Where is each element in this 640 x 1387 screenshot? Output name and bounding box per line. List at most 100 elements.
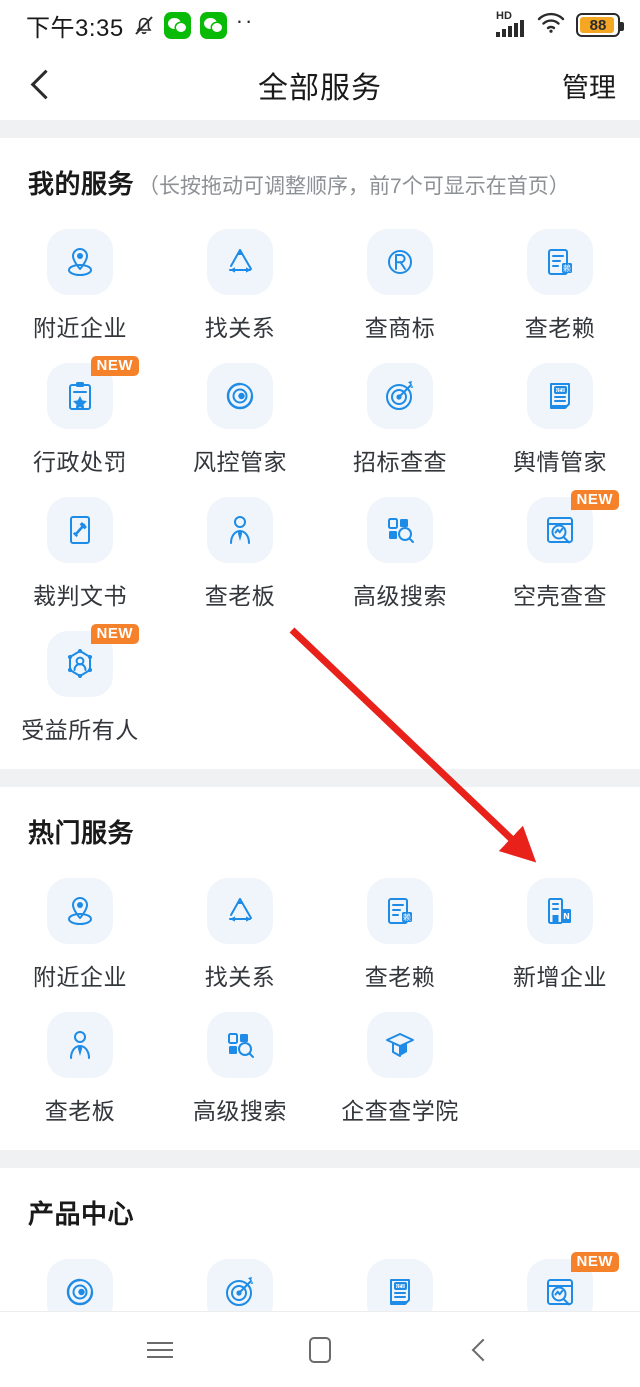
wechat-icon: [163, 11, 191, 39]
menu-recents-icon[interactable]: [140, 1330, 180, 1370]
bell-muted-icon: [133, 13, 155, 37]
graduation-cap-icon[interactable]: [367, 1012, 433, 1078]
news-page-new-icon[interactable]: NEW: [527, 363, 593, 429]
service-item[interactable]: NEW 空壳查查: [480, 483, 640, 617]
service-item[interactable]: 高级搜索: [320, 483, 480, 617]
service-item-label: 查商标: [364, 315, 436, 341]
document-lai-icon[interactable]: 赖: [367, 878, 433, 944]
service-item[interactable]: N 新增企业: [480, 864, 640, 998]
page-title: 全部服务: [258, 72, 382, 105]
service-item-label: 舆情管家: [513, 449, 607, 475]
network-type-label: HD: [496, 10, 512, 22]
status-bar: 下午3:35 ·· HD 88: [0, 0, 640, 50]
service-item-label: 高级搜索: [193, 1098, 287, 1124]
clipboard-star-icon[interactable]: NEW: [47, 356, 139, 429]
service-item[interactable]: 附近企业: [0, 215, 160, 349]
service-item[interactable]: 裁判文书: [0, 483, 160, 617]
svg-text:赖: 赖: [563, 263, 571, 273]
svg-text:NEW: NEW: [395, 1284, 407, 1290]
location-pin-icon[interactable]: [47, 878, 113, 944]
document-lai-icon[interactable]: 赖: [527, 229, 593, 295]
service-item[interactable]: 找关系: [160, 864, 320, 998]
home-square-icon[interactable]: [300, 1330, 340, 1370]
svg-text:NEW: NEW: [555, 388, 567, 394]
section-title: 我的服务: [28, 169, 135, 199]
section-divider: [0, 120, 640, 138]
service-item-label: 高级搜索: [353, 583, 447, 609]
service-item-label: 企查查学院: [341, 1098, 459, 1124]
service-item[interactable]: 赖查老赖: [480, 215, 640, 349]
service-item[interactable]: NEW 行政处罚: [0, 349, 160, 483]
service-item-label: 找关系: [204, 315, 276, 341]
person-tie-icon[interactable]: [207, 497, 273, 563]
service-item-label: 招标查查: [353, 449, 447, 475]
trademark-r-icon[interactable]: [367, 229, 433, 295]
service-item[interactable]: 找关系: [160, 215, 320, 349]
section-title-row: 我的服务 （长按拖动可调整顺序，前7个可显示在首页）: [0, 138, 640, 205]
svg-text:N: N: [563, 912, 570, 921]
service-item-label: 附近企业: [33, 964, 127, 990]
radar-gauge-icon[interactable]: [207, 363, 273, 429]
location-pin-icon[interactable]: [47, 229, 113, 295]
service-item-label: 找关系: [204, 964, 276, 990]
blocks-search-icon[interactable]: [207, 1012, 273, 1078]
service-item[interactable]: 招标查查: [320, 349, 480, 483]
android-nav-bar: [0, 1311, 640, 1387]
person-tie-icon[interactable]: [47, 1012, 113, 1078]
app-root: 下午3:35 ·· HD 88 全部服务 管理 我的服务 （长按拖动可调整顺序，…: [0, 0, 640, 1387]
status-time: 下午3:35: [26, 14, 124, 42]
building-n-icon[interactable]: N: [527, 878, 593, 944]
section-subtitle: （长按拖动可调整顺序，前7个可显示在首页）: [138, 175, 570, 198]
service-item-label: 查老板: [204, 583, 276, 609]
service-item[interactable]: 赖查老赖: [320, 864, 480, 998]
manage-button[interactable]: 管理: [562, 66, 616, 105]
blocks-search-icon[interactable]: [367, 497, 433, 563]
status-bar-right: HD 88: [496, 10, 624, 39]
gavel-document-icon[interactable]: [47, 497, 113, 563]
service-item[interactable]: 企查查学院: [320, 998, 480, 1132]
section-divider: [0, 1150, 640, 1168]
relation-triangle-icon[interactable]: [207, 229, 273, 295]
service-item-label: 新增企业: [513, 964, 607, 990]
section-title-row: 产品中心: [0, 1168, 640, 1235]
service-item[interactable]: 高级搜索: [160, 998, 320, 1132]
window-wave-search-icon[interactable]: NEW: [527, 490, 619, 563]
service-item[interactable]: 查商标: [320, 215, 480, 349]
service-item-label: 空壳查查: [513, 583, 607, 609]
service-item[interactable]: 风控管家: [160, 349, 320, 483]
new-badge: NEW: [570, 490, 619, 510]
service-item-label: 行政处罚: [33, 449, 127, 475]
section-title: 热门服务: [28, 818, 135, 848]
status-overflow-dots: ··: [235, 8, 255, 33]
service-item[interactable]: 查老板: [160, 483, 320, 617]
new-badge: NEW: [90, 624, 139, 644]
service-item[interactable]: 附近企业: [0, 864, 160, 998]
new-badge: NEW: [570, 1252, 619, 1272]
battery-icon: 88: [576, 13, 624, 37]
target-arrow-icon[interactable]: [367, 363, 433, 429]
section-title-row: 热门服务: [0, 787, 640, 854]
relation-triangle-icon[interactable]: [207, 878, 273, 944]
section-my-services: 我的服务 （长按拖动可调整顺序，前7个可显示在首页） 附近企业 找关系 查商标赖查老赖 N…: [0, 138, 640, 769]
service-item-label: 裁判文书: [33, 583, 127, 609]
service-item[interactable]: NEW 舆情管家: [480, 349, 640, 483]
svg-text:赖: 赖: [403, 912, 411, 922]
section-divider: [0, 769, 640, 787]
page-header: 全部服务 管理: [0, 50, 640, 120]
network-person-icon[interactable]: NEW: [47, 624, 139, 697]
service-grid: 附近企业 找关系 赖查老赖 N 新增企业查老板 高级搜索 企查查学院: [0, 854, 640, 1132]
service-item[interactable]: 查老板: [0, 998, 160, 1132]
service-item[interactable]: NEW 受益所有人: [0, 617, 160, 751]
service-item-label: 查老赖: [524, 315, 596, 341]
wechat-icon: [199, 11, 227, 39]
service-item-label: 风控管家: [193, 449, 287, 475]
battery-level-label: 88: [589, 16, 607, 34]
sections-container: 我的服务 （长按拖动可调整顺序，前7个可显示在首页） 附近企业 找关系 查商标赖查老赖 N…: [0, 138, 640, 1387]
new-badge: NEW: [90, 356, 139, 376]
service-item-label: 附近企业: [33, 315, 127, 341]
service-item-label: 查老板: [44, 1098, 116, 1124]
cellular-signal-icon: HD: [496, 10, 526, 37]
service-grid: 附近企业 找关系 查商标 赖查老赖 NEW 行政处罚 风控管家 招标查查 NEW 舆情管家裁判文书…: [0, 205, 640, 751]
service-item-label: 受益所有人: [21, 717, 139, 743]
back-chevron-icon[interactable]: [460, 1330, 500, 1370]
